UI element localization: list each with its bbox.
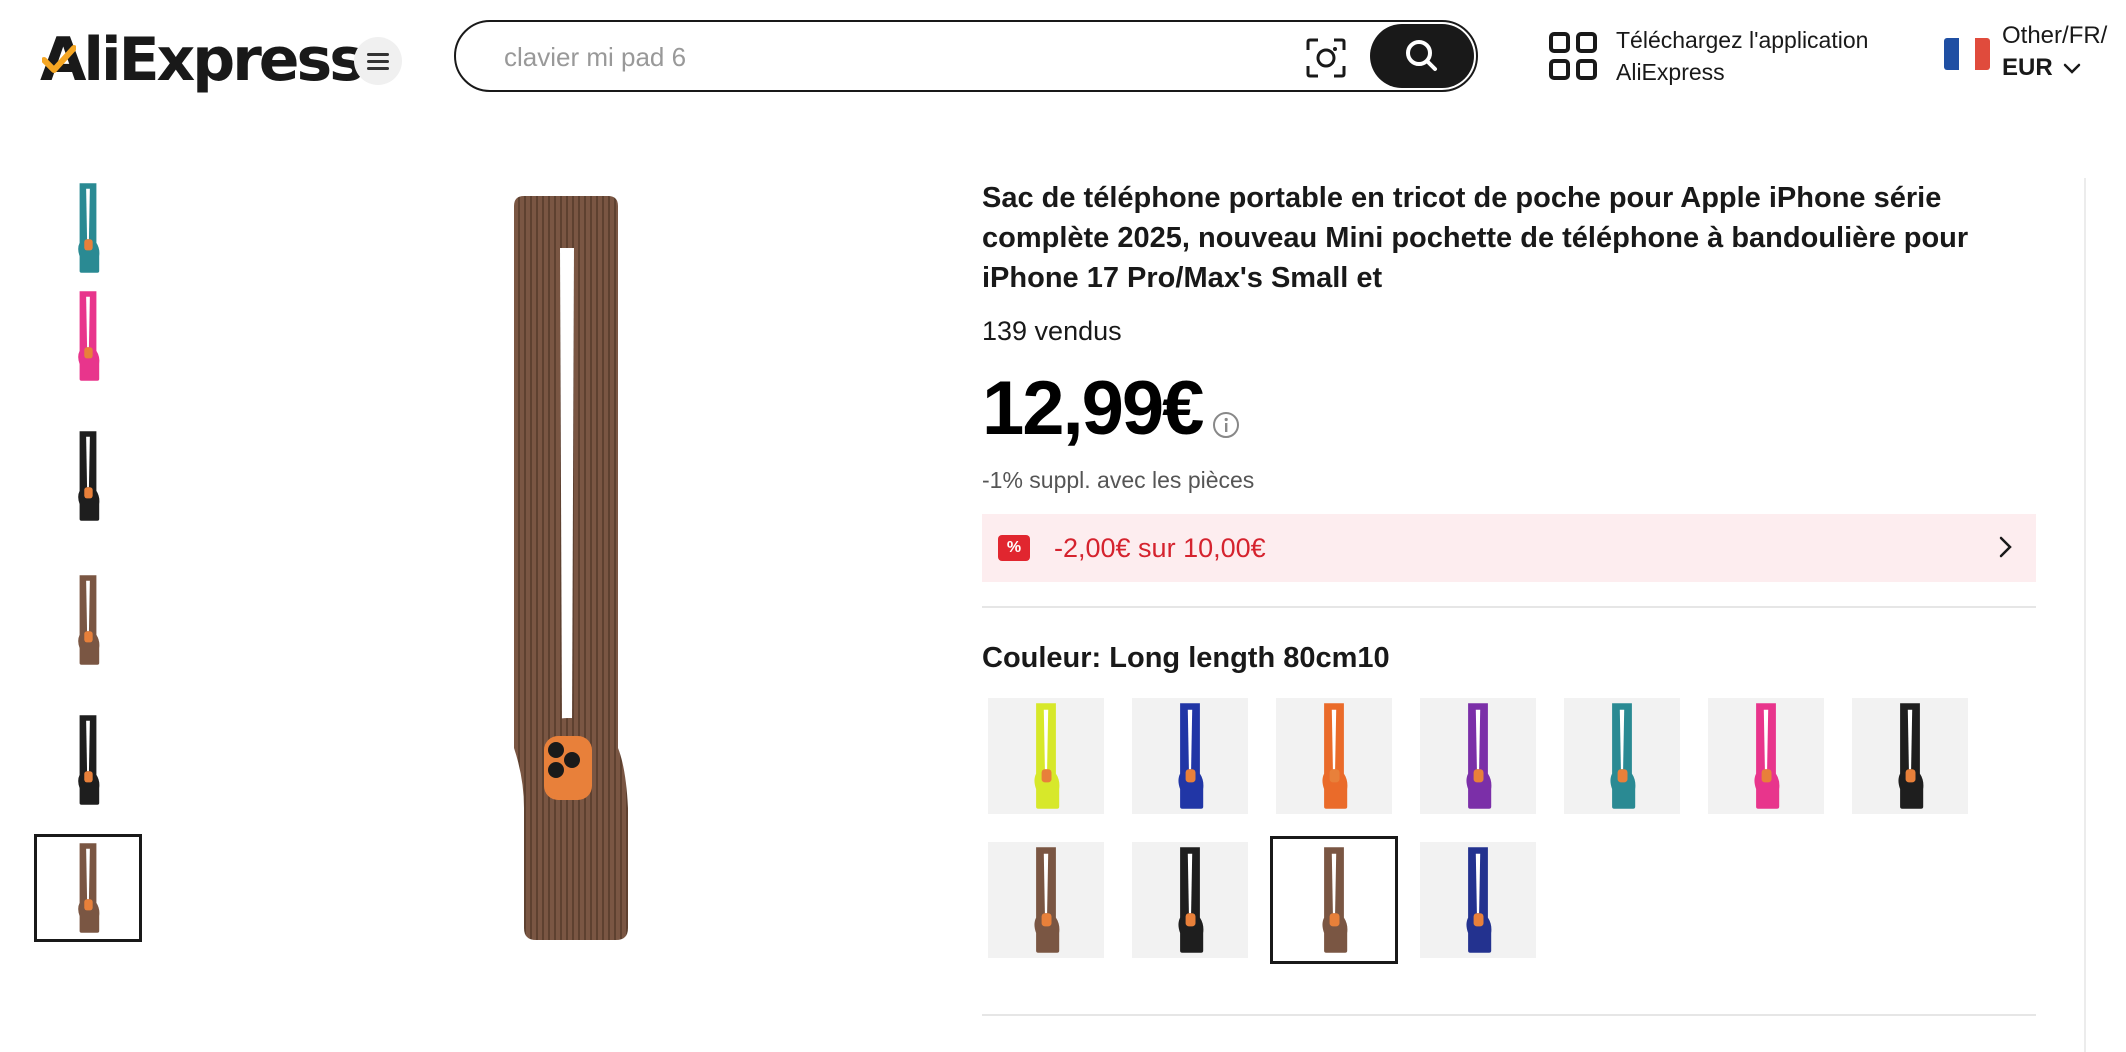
color-swatch[interactable]: [1708, 698, 1824, 814]
bag-thumbnail-icon: [1178, 703, 1204, 809]
bag-thumbnail-icon: [1898, 703, 1924, 809]
sold-count: 139 vendus: [982, 316, 1122, 346]
hamburger-icon: [367, 59, 389, 63]
color-swatch[interactable]: [1270, 836, 1398, 964]
coins-discount-note: -1% suppl. avec les pièces: [982, 467, 1255, 493]
main-product-image[interactable]: [190, 178, 950, 958]
locale-text: Other/FR/: [2002, 22, 2108, 49]
search-icon: [1406, 40, 1437, 71]
download-app-line1: Téléchargez l'application: [1616, 27, 1869, 53]
search-bar: [454, 20, 1478, 92]
search-input[interactable]: [504, 38, 1284, 76]
color-swatches: [982, 698, 2036, 988]
selected-color-name: Long length 80cm10: [1109, 642, 1390, 674]
color-label: Couleur: Long length 80cm10: [982, 642, 1390, 674]
bag-thumbnail-icon: [1322, 703, 1348, 809]
bag-thumbnail-icon: [1034, 847, 1060, 953]
color-swatch[interactable]: [1132, 842, 1248, 958]
color-swatch[interactable]: [1564, 698, 1680, 814]
price-row: 12,99€: [982, 367, 2034, 451]
product-thumbnail[interactable]: [34, 174, 142, 282]
bag-thumbnail-icon: [1610, 703, 1636, 809]
product-thumbnail[interactable]: [34, 566, 142, 674]
bag-thumbnail-icon: [1466, 703, 1492, 809]
color-swatch[interactable]: [1132, 698, 1248, 814]
color-swatch[interactable]: [1420, 842, 1536, 958]
bag-thumbnail-icon: [78, 715, 100, 805]
bag-thumbnail-icon: [78, 843, 100, 933]
menu-button[interactable]: [354, 37, 402, 85]
bag-thumbnail-icon: [1754, 703, 1780, 809]
bag-thumbnail-icon: [1034, 703, 1060, 809]
locale-selector[interactable]: Other/FR/ EUR: [1944, 20, 2126, 90]
color-swatch[interactable]: [1420, 698, 1536, 814]
divider: [982, 606, 2036, 608]
color-swatch[interactable]: [1852, 698, 1968, 814]
coupon-icon: %: [998, 535, 1030, 561]
logo-text: AliExpress: [40, 25, 365, 95]
qr-code-icon: [1549, 32, 1597, 80]
download-app-line2: AliExpress: [1616, 59, 1725, 85]
bag-thumbnail-icon: [78, 183, 100, 273]
color-swatch[interactable]: [988, 842, 1104, 958]
knitted-phone-bag-image: [514, 196, 628, 940]
chevron-right-icon: [1999, 536, 2012, 558]
france-flag-icon: [1944, 38, 1990, 70]
image-search-icon[interactable]: [1304, 36, 1348, 80]
bag-thumbnail-icon: [78, 431, 100, 521]
bag-thumbnail-icon: [78, 575, 100, 665]
product-info: Sac de téléphone portable en tricot de p…: [982, 178, 2036, 1016]
product-price: 12,99€: [982, 366, 1204, 451]
coupon-text: -2,00€ sur 10,00€: [1054, 532, 1266, 563]
top-header: AliExpress Téléchargez l'application Ali…: [0, 0, 2126, 115]
color-swatch[interactable]: [988, 698, 1104, 814]
product-thumbnail[interactable]: [34, 282, 142, 390]
side-panel: [2084, 178, 2126, 1052]
aliexpress-logo[interactable]: AliExpress: [40, 22, 365, 98]
bag-thumbnail-icon: [1322, 847, 1348, 953]
search-button[interactable]: [1370, 24, 1474, 88]
info-icon[interactable]: [1212, 411, 1240, 439]
download-app-link[interactable]: Téléchargez l'application AliExpress: [1548, 24, 1888, 88]
bag-thumbnail-icon: [1466, 847, 1492, 953]
download-app-text: Téléchargez l'application AliExpress: [1616, 24, 1868, 88]
currency-text: EUR: [2002, 54, 2081, 82]
bag-thumbnail-icon: [1178, 847, 1204, 953]
product-thumbnail[interactable]: [34, 834, 142, 942]
coupon-banner[interactable]: % -2,00€ sur 10,00€: [982, 514, 2036, 582]
product-thumbnail[interactable]: [34, 706, 142, 814]
bag-thumbnail-icon: [78, 291, 100, 381]
product-title: Sac de téléphone portable en tricot de p…: [982, 182, 1969, 294]
divider-bottom: [982, 1014, 2036, 1016]
logo-tick-icon: [42, 45, 76, 73]
color-swatch[interactable]: [1276, 698, 1392, 814]
product-thumbnail[interactable]: [34, 422, 142, 530]
chevron-down-icon: [2064, 63, 2081, 74]
